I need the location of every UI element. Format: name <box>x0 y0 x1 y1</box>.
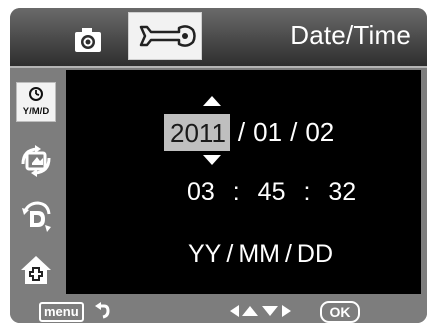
format-separator: / <box>226 240 234 268</box>
increase-arrow-icon[interactable] <box>203 96 221 106</box>
format-separator: / <box>284 240 292 268</box>
device-screen: Date/Time Y/M/D 2011 / 01 / 02 03: 45:… <box>10 8 427 323</box>
sidebar-item-date-format[interactable]: Y/M/D <box>16 82 56 122</box>
format-month: MM <box>238 240 280 268</box>
month-field[interactable]: 01 <box>253 117 282 148</box>
date-separator: / <box>290 116 298 147</box>
camera-icon <box>75 28 101 52</box>
tab-camera[interactable] <box>66 14 110 60</box>
day-field[interactable]: 02 <box>305 117 334 148</box>
menu-button[interactable]: menu <box>39 302 84 322</box>
minute-field[interactable]: 45 <box>258 178 286 206</box>
top-bar: Date/Time <box>10 8 427 68</box>
tab-settings[interactable] <box>128 12 202 60</box>
rotate-icon <box>21 145 51 177</box>
date-row: 2011 / 01 / 02 <box>164 112 334 152</box>
second-field[interactable]: 32 <box>328 178 356 206</box>
page-title: Date/Time <box>290 20 411 50</box>
date-format-row[interactable]: YY / MM / DD <box>188 240 333 269</box>
ok-button[interactable]: OK <box>320 301 360 323</box>
sidebar-item-home[interactable] <box>16 250 56 290</box>
date-format-label: Y/M/D <box>23 106 50 117</box>
sidebar-item-rotate[interactable] <box>16 141 56 181</box>
time-row: 03 : 45 : 32 <box>187 178 356 207</box>
date-time-panel: 2011 / 01 / 02 03 : 45 : 32 YY / MM / DD <box>66 70 421 294</box>
bottom-bar: menu OK <box>10 298 427 323</box>
wrench-icon <box>139 25 196 47</box>
date-separator: / <box>237 116 246 147</box>
sidebar: Y/M/D <box>10 68 62 295</box>
time-separator: : <box>232 178 240 206</box>
decrease-arrow-icon[interactable] <box>203 155 221 165</box>
dial-icon <box>22 201 51 232</box>
home-reset-icon <box>21 256 51 284</box>
direction-keys-icon <box>230 305 291 317</box>
hour-field[interactable]: 03 <box>187 178 215 206</box>
back-arrow-icon[interactable] <box>94 301 110 321</box>
date-format-icon: Y/M/D <box>23 87 50 117</box>
format-year: YY <box>188 240 222 268</box>
year-field[interactable]: 2011 <box>164 113 230 151</box>
format-day: DD <box>296 240 334 268</box>
time-separator: : <box>303 178 311 206</box>
sidebar-item-dial[interactable] <box>16 196 56 236</box>
